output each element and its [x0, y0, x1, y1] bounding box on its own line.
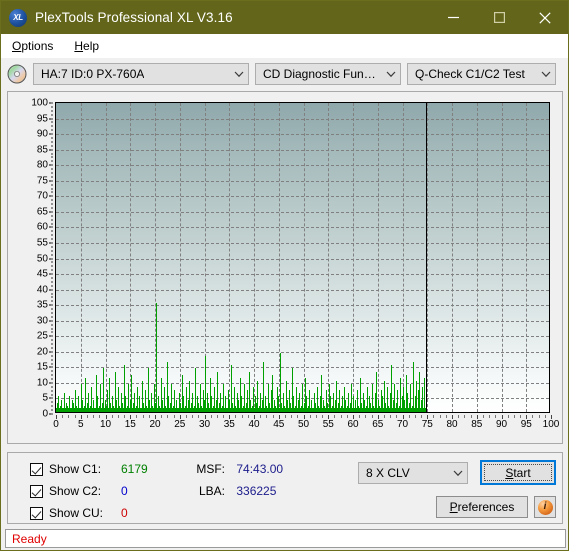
status-bar: Ready [5, 529, 566, 548]
info-icon: i [537, 499, 553, 515]
plot-area-wrapper [55, 102, 550, 413]
lba-value: 336225 [236, 484, 277, 498]
show-cu-checkbox[interactable] [30, 506, 43, 520]
lba-label: LBA: [198, 484, 225, 498]
menu-item-help-label: elp [83, 39, 100, 53]
menu-item-options[interactable]: Options [7, 37, 63, 55]
chevron-down-icon [234, 71, 244, 77]
test-select-value: Q-Check C1/C2 Test [415, 67, 525, 81]
y-axis: 0 5 10 15 20 25 30 35 40 45 50 55 60 65 70 75 80 85 90 95 10… [8, 98, 53, 420]
msf-row: MSF: 74:43.00 [191, 462, 283, 476]
c1-count-value: 6179 [121, 462, 148, 476]
show-c2-label: Show C2: [49, 484, 102, 498]
selector-toolbar: HA:7 ID:0 PX-760A CD Diagnostic Function… [1, 58, 568, 90]
msf-label: MSF: [196, 462, 225, 476]
drive-select[interactable]: HA:7 ID:0 PX-760A [33, 63, 249, 85]
show-c1-checkbox[interactable] [30, 462, 43, 476]
title-bar: XL PlexTools Professional XL V3.16 [1, 1, 568, 34]
show-c2-row[interactable]: Show C2: 0 [30, 484, 128, 498]
disc-end-marker [56, 103, 549, 412]
speed-select-value: 8 X CLV [366, 466, 410, 480]
chevron-down-icon [386, 71, 396, 77]
show-cu-label: Show CU: [49, 506, 104, 520]
preferences-button-label: Preferences [449, 500, 515, 514]
preferences-button[interactable]: Preferences [436, 496, 528, 518]
function-select[interactable]: CD Diagnostic Functions [255, 63, 401, 85]
drive-select-value: HA:7 ID:0 PX-760A [41, 67, 145, 81]
c2-count-value: 0 [121, 484, 128, 498]
msf-value: 74:43.00 [236, 462, 284, 476]
minimize-icon[interactable] [430, 1, 476, 34]
menu-item-help[interactable]: Help [69, 37, 109, 55]
window-title: PlexTools Professional XL V3.16 [35, 10, 233, 25]
function-select-value: CD Diagnostic Functions [263, 67, 380, 81]
show-c1-row[interactable]: Show C1: 6179 [30, 462, 148, 476]
chart-panel: 0 5 10 15 20 25 30 35 40 45 50 55 60 65 70 75 80 85 90 95 10… [7, 91, 563, 444]
start-button[interactable]: Start [480, 460, 556, 485]
application-window: XL PlexTools Professional XL V3.16 Optio… [0, 0, 569, 551]
cd-disc-icon [7, 64, 27, 84]
info-button[interactable]: i [534, 496, 556, 518]
show-cu-row[interactable]: Show CU: 0 [30, 506, 128, 520]
xl-logo-icon: XL [9, 8, 27, 27]
control-panel: Show C1: 6179 Show C2: 0 Show CU: 0 MSF:… [7, 452, 563, 524]
focus-ring [484, 464, 552, 481]
menu-bar: Options Help [1, 34, 568, 58]
show-c2-checkbox[interactable] [30, 484, 43, 498]
show-c1-label: Show C1: [49, 462, 102, 476]
chevron-down-icon [453, 470, 463, 476]
menu-item-options-label: ptions [21, 39, 54, 53]
x-axis: 0 5 10 15 20 25 30 35 40 45 50 55 60 65 70 75 80 85 90 95 10… [53, 415, 559, 435]
speed-select[interactable]: 8 X CLV [358, 462, 468, 484]
status-text: Ready [12, 531, 47, 546]
test-select[interactable]: Q-Check C1/C2 Test [407, 63, 556, 85]
lba-row: LBA: 336225 [191, 484, 276, 498]
window-controls [430, 1, 568, 34]
chart-plot-area [55, 102, 550, 413]
chevron-down-icon [541, 71, 551, 77]
maximize-icon[interactable] [476, 1, 522, 34]
close-icon[interactable] [522, 1, 568, 34]
cu-count-value: 0 [121, 506, 128, 520]
